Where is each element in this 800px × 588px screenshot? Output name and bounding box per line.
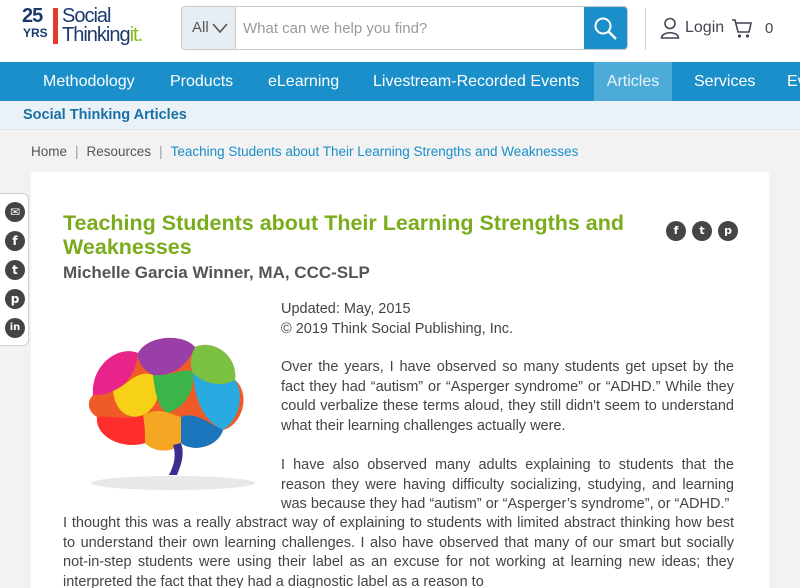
facebook-icon[interactable]: f bbox=[5, 231, 25, 251]
logo-number: 25 bbox=[22, 5, 43, 27]
article-paragraph: Over the years, I have observed so many … bbox=[281, 359, 734, 434]
site-header: 25 YRS Social Thinkingit. All Login 0 bbox=[0, 0, 800, 62]
nav-item-events[interactable]: Ev bbox=[787, 62, 800, 101]
cart-link[interactable]: 0 bbox=[731, 16, 773, 40]
pinterest-icon[interactable]: p bbox=[5, 289, 25, 309]
search-category-value: All bbox=[192, 19, 209, 36]
nav-item-livestream[interactable]: Livestream-Recorded Events bbox=[373, 62, 579, 101]
twitter-icon[interactable]: t bbox=[5, 260, 25, 280]
login-label: Login bbox=[685, 19, 725, 36]
article-copyright: © 2019 Think Social Publishing, Inc. bbox=[281, 321, 514, 337]
article-paragraph: I thought this was a really abstract way… bbox=[63, 515, 734, 588]
search-category-select[interactable]: All bbox=[182, 7, 236, 49]
cart-count: 0 bbox=[765, 19, 774, 37]
header-divider bbox=[645, 8, 646, 50]
user-icon bbox=[660, 17, 680, 39]
search-icon bbox=[594, 17, 617, 40]
site-logo[interactable]: 25 YRS Social Thinkingit. bbox=[22, 5, 150, 47]
section-title[interactable]: Social Thinking Articles bbox=[23, 107, 187, 123]
nav-item-methodology[interactable]: Methodology bbox=[43, 62, 135, 101]
nav-item-services[interactable]: Services bbox=[694, 62, 755, 101]
article-updated: Updated: May, 2015 bbox=[281, 301, 411, 317]
logo-years: YRS bbox=[23, 26, 48, 40]
article-title: Teaching Students about Their Learning S… bbox=[63, 211, 625, 259]
login-link[interactable]: Login bbox=[660, 16, 724, 40]
breadcrumb-resources[interactable]: Resources bbox=[87, 144, 152, 159]
nav-item-articles[interactable]: Articles bbox=[594, 62, 672, 101]
search-input[interactable] bbox=[239, 7, 579, 49]
section-bar: Social Thinking Articles bbox=[0, 101, 800, 130]
cart-icon bbox=[732, 19, 752, 38]
article-author: Michelle Garcia Winner, MA, CCC-SLP bbox=[63, 263, 370, 282]
nav-item-elearning[interactable]: eLearning bbox=[268, 62, 339, 101]
linkedin-icon[interactable]: in bbox=[5, 318, 25, 338]
side-share-bar: ✉ f t p in bbox=[0, 193, 29, 346]
search-button[interactable] bbox=[584, 7, 627, 49]
logo-bar bbox=[53, 8, 58, 44]
article-paragraph: I have also observed many adults explain… bbox=[281, 457, 734, 512]
chevron-down-icon bbox=[212, 23, 228, 34]
main-nav: Methodology Products eLearning Livestrea… bbox=[0, 62, 800, 101]
facebook-icon[interactable]: f bbox=[666, 221, 686, 241]
email-icon[interactable]: ✉ bbox=[5, 202, 25, 222]
breadcrumb-current[interactable]: Teaching Students about Their Learning S… bbox=[171, 144, 579, 159]
logo-brand-line2: Thinkingit. bbox=[62, 24, 143, 46]
nav-item-products[interactable]: Products bbox=[170, 62, 233, 101]
breadcrumb-home[interactable]: Home bbox=[31, 144, 67, 159]
article-meta: Updated: May, 2015 © 2019 Think Social P… bbox=[281, 299, 513, 339]
search-bar: All bbox=[181, 6, 628, 50]
pinterest-icon[interactable]: p bbox=[718, 221, 738, 241]
twitter-icon[interactable]: t bbox=[692, 221, 712, 241]
breadcrumb: Home | Resources | Teaching Students about T… bbox=[31, 144, 579, 159]
brain-illustration bbox=[88, 337, 255, 490]
